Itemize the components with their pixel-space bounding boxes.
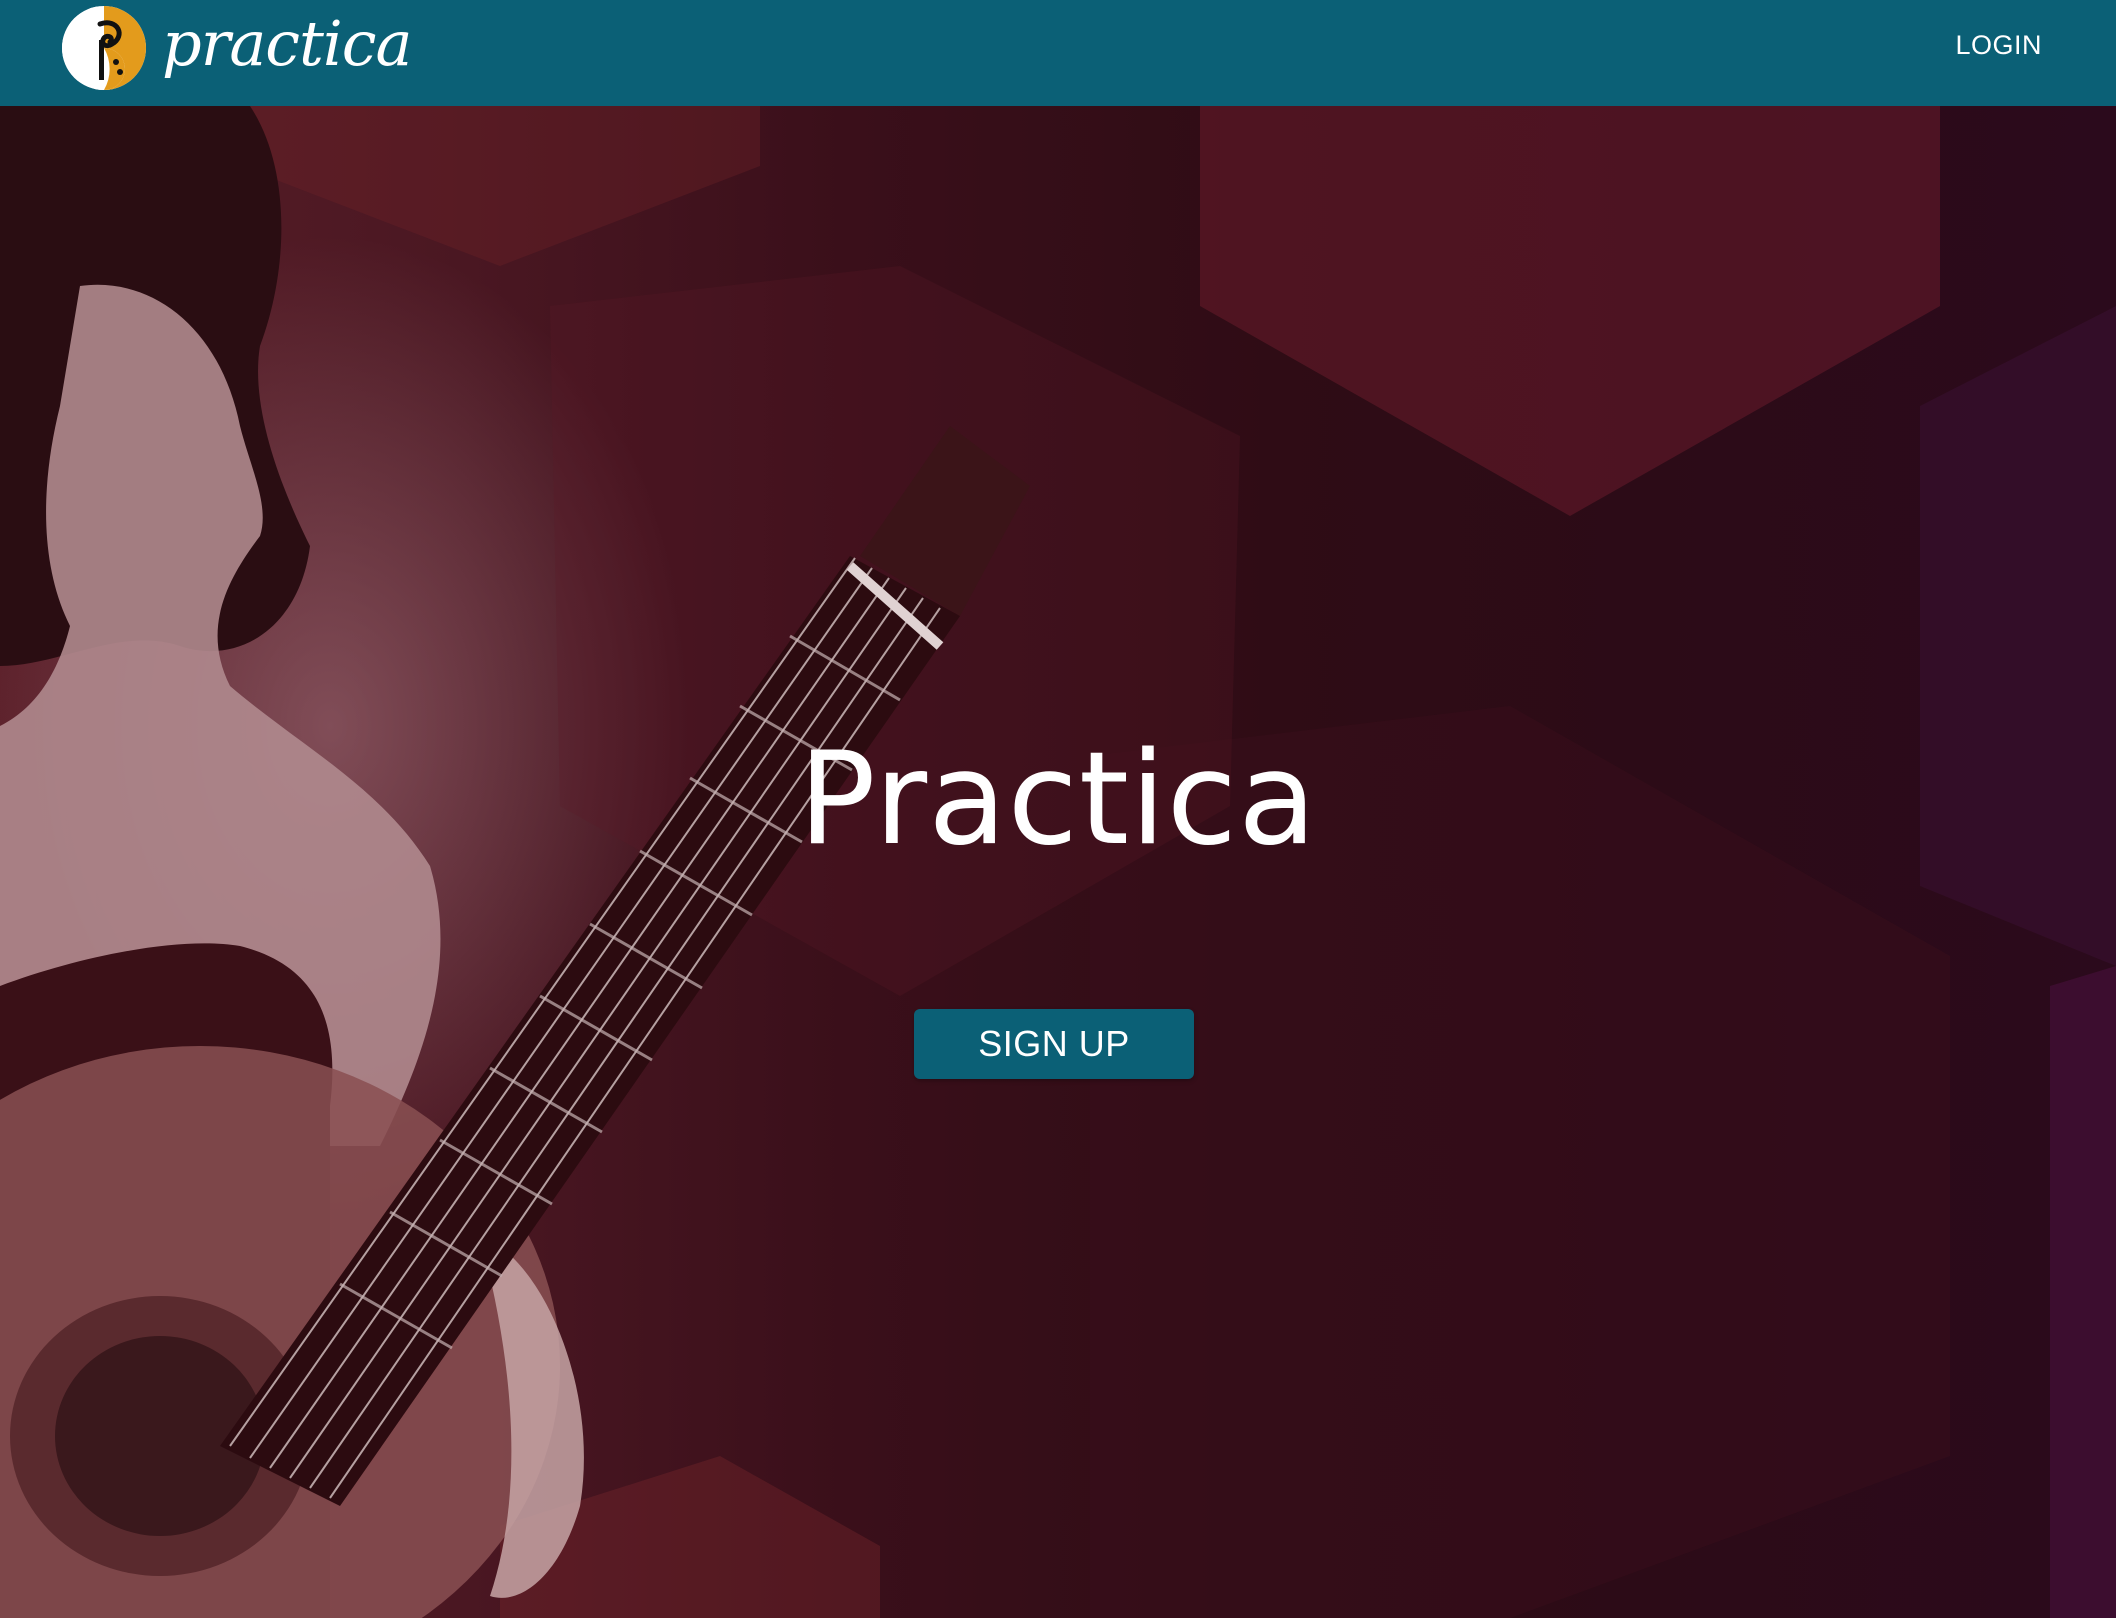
practica-logo-icon <box>62 6 146 90</box>
brand-logo-link[interactable]: practica <box>60 4 412 92</box>
login-link[interactable]: LOGIN <box>1955 30 2042 61</box>
hero-title: Practica <box>798 725 1318 874</box>
brand-wordmark: practica <box>162 7 412 80</box>
landing-page: practica LOGIN Practica SIGN UP <box>0 0 2116 1618</box>
sign-up-button[interactable]: SIGN UP <box>914 1009 1194 1079</box>
top-navbar: practica LOGIN <box>0 0 2116 106</box>
hero-section: Practica SIGN UP <box>0 106 2116 1618</box>
